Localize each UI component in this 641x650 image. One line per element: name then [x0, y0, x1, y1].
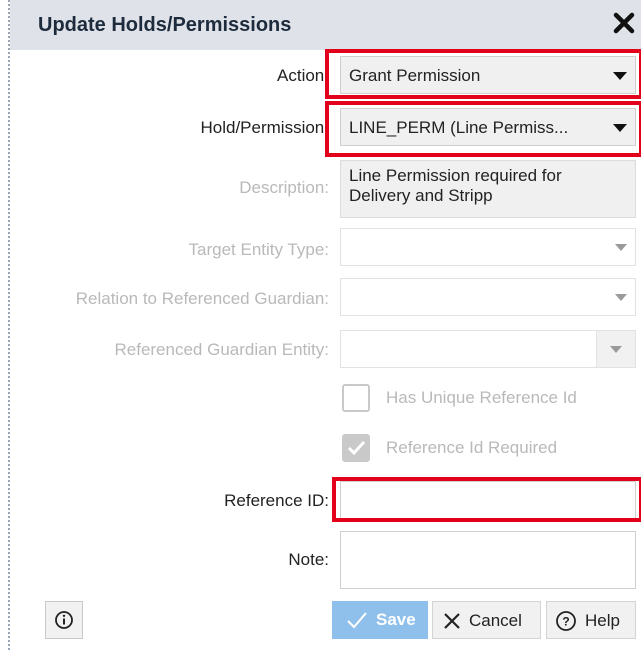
note-textarea[interactable] [340, 531, 636, 589]
cancel-label: Cancel [469, 611, 522, 630]
reference-id-label: Reference ID: [224, 491, 329, 510]
hold-permission-value: LINE_PERM (Line Permiss... [349, 118, 569, 137]
has-unique-reference-id-label: Has Unique Reference Id [386, 388, 577, 407]
reference-id-required-label: Reference Id Required [386, 438, 558, 457]
cancel-button[interactable]: Cancel [432, 601, 541, 639]
info-button[interactable] [45, 601, 83, 639]
info-icon [55, 611, 73, 629]
help-button[interactable]: ? Help [546, 601, 636, 639]
chevron-down-icon [615, 244, 627, 251]
chevron-down-icon[interactable] [613, 124, 627, 132]
has-unique-reference-id-checkbox[interactable] [342, 384, 370, 412]
checkmark-icon [347, 612, 367, 629]
relation-guardian-select[interactable] [340, 278, 636, 316]
reference-id-input[interactable] [340, 481, 636, 519]
update-holds-dialog: Update Holds/Permissions Action: Grant P… [8, 0, 641, 650]
dialog-title-bar: Update Holds/Permissions [10, 0, 641, 50]
x-icon [444, 613, 460, 629]
dialog-title: Update Holds/Permissions [38, 14, 292, 36]
dropdown-button[interactable] [596, 331, 635, 367]
help-label: Help [585, 611, 620, 630]
action-value: Grant Permission [349, 66, 481, 85]
description-field: Line Permission required for Delivery an… [340, 160, 636, 218]
referenced-guardian-entity-label: Referenced Guardian Entity: [114, 340, 329, 359]
relation-guardian-label: Relation to Referenced Guardian: [75, 289, 329, 308]
svg-text:?: ? [562, 615, 569, 629]
question-icon: ? [556, 611, 576, 631]
note-label: Note: [288, 550, 329, 569]
save-label: Save [376, 610, 416, 629]
save-button[interactable]: Save [332, 601, 428, 639]
chevron-down-icon [615, 294, 627, 301]
hold-permission-label: Hold/Permission: [200, 118, 330, 137]
checkmark-icon [347, 440, 366, 456]
target-entity-type-label: Target Entity Type: [188, 240, 329, 259]
close-icon[interactable] [611, 10, 637, 36]
action-select[interactable]: Grant Permission [340, 56, 636, 94]
chevron-down-icon[interactable] [613, 72, 627, 80]
referenced-guardian-entity-combo[interactable] [340, 330, 636, 368]
description-label: Description: [239, 178, 329, 197]
action-label: Action: [277, 66, 329, 85]
chevron-down-icon [610, 346, 622, 353]
reference-id-required-checkbox[interactable] [342, 434, 370, 462]
hold-permission-select[interactable]: LINE_PERM (Line Permiss... [340, 108, 636, 146]
target-entity-type-select[interactable] [340, 228, 636, 266]
